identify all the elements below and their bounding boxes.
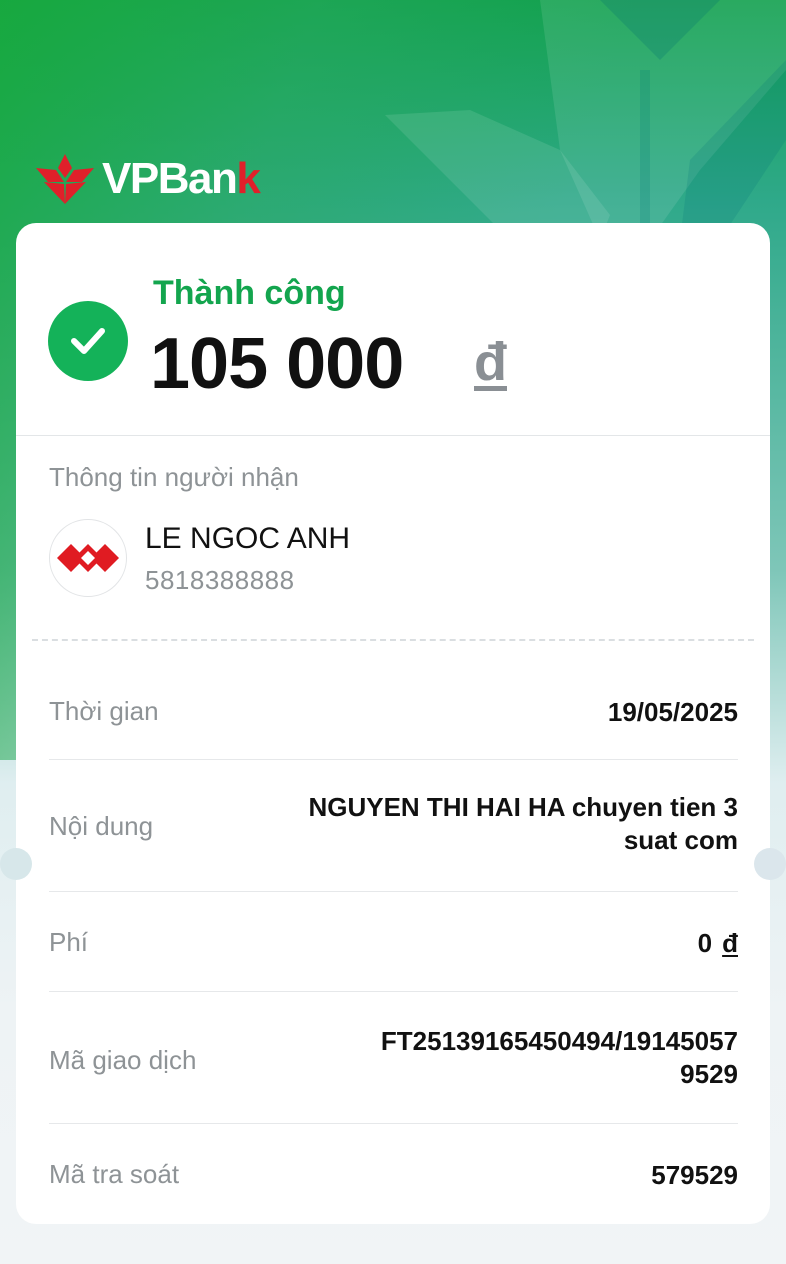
trace-label: Mã tra soát — [49, 1159, 180, 1189]
trace-value: 579529 — [651, 1160, 738, 1190]
vpbank-logo: VPBank — [34, 152, 261, 206]
recipient-bank-avatar — [49, 519, 127, 597]
detail-row-time: Thời gian 19/05/2025 — [49, 693, 738, 733]
detail-row-trace: Mã tra soát 579529 — [49, 1155, 738, 1195]
dashed-separator — [32, 639, 754, 641]
amount-currency: đ — [474, 332, 507, 392]
row-divider — [49, 1123, 738, 1124]
row-divider — [49, 891, 738, 892]
detail-row-content: Nội dung NGUYEN THI HAI HA chuyen tien 3… — [49, 791, 738, 861]
detail-row-transaction-id: Mã giao dịch FT25139165450494/19145057 9… — [49, 1025, 738, 1095]
time-value: 19/05/2025 — [607, 697, 738, 727]
row-divider — [49, 991, 738, 992]
fee-value: 0đ — [697, 928, 738, 958]
section-divider — [16, 435, 770, 436]
techcombank-logo-icon — [57, 544, 119, 572]
detail-row-fee: Phí 0đ — [49, 923, 738, 963]
content-value: NGUYEN THI HAI HA chuyen tien 3 suat com — [308, 792, 738, 855]
check-circle-icon — [48, 301, 128, 381]
transfer-amount: 105 000 — [150, 324, 404, 404]
vpbank-flower-icon — [36, 154, 94, 204]
recipient-account-number: 5818388888 — [145, 565, 295, 595]
fee-label: Phí — [49, 927, 89, 957]
vpbank-wordmark: VPBank — [102, 154, 261, 203]
time-label: Thời gian — [49, 696, 159, 726]
row-divider — [49, 759, 738, 760]
status-label: Thành công — [153, 274, 346, 312]
recipient-section-title: Thông tin người nhận — [49, 462, 299, 492]
transaction-receipt-card: Thành công 105 000 đ Thông tin người nhậ… — [0, 223, 786, 1224]
card-notch-left — [0, 848, 32, 880]
recipient-name: LE NGOC ANH — [145, 522, 351, 555]
content-label: Nội dung — [49, 811, 154, 841]
transaction-id-value: FT25139165450494/19145057 9529 — [380, 1026, 738, 1089]
transaction-id-label: Mã giao dịch — [49, 1045, 197, 1075]
card-notch-right — [754, 848, 786, 880]
